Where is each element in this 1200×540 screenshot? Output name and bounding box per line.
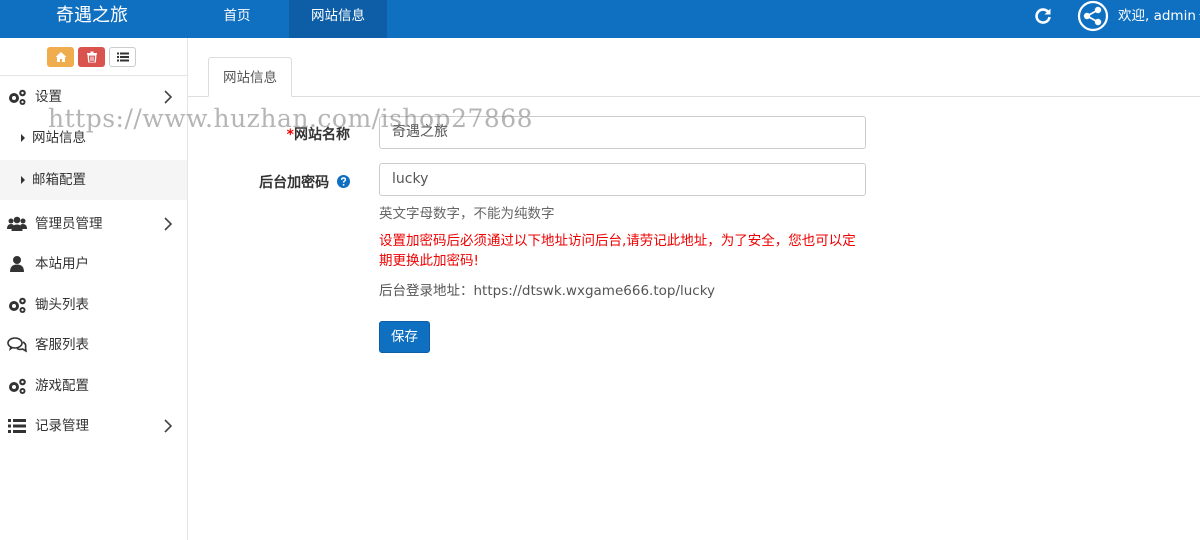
sidebar-item-label: 记录管理 [35,418,89,434]
sidebar-subitem-label: 邮箱配置 [32,172,86,188]
caret-right-icon [21,134,25,142]
avatar[interactable] [1077,0,1109,32]
sidebar-item-settings[interactable]: 设置 [0,76,187,116]
site-name-label: *网站名称 [287,124,350,144]
sidebar-item-support-list[interactable]: 客服列表 [0,324,187,364]
login-url: 后台登录地址：https://dtswk.wxgame666.top/lucky [379,283,716,299]
site-name-input[interactable]: 奇遇之旅 [379,116,866,149]
sidebar: 设置 网站信息 邮箱配置 管理员管理 本站用户 锄头列表 客服列表 游戏配置 记… [0,38,188,540]
gears-icon [9,378,26,394]
nav-site-info[interactable]: 网站信息 [289,0,387,38]
list-icon [116,52,129,62]
admin-key-label-text: 后台加密码 [259,175,330,191]
home-button[interactable] [47,47,74,67]
save-button[interactable]: 保存 [379,321,430,353]
security-warning: 设置加密码后必须通过以下地址访问后台,请劳记此地址，为了安全，您也可以定期更换此… [379,233,856,269]
sidebar-item-label: 客服列表 [35,337,89,353]
comments-icon [7,337,27,353]
chevron-right-icon [164,90,173,104]
question-circle-icon[interactable] [337,175,350,188]
refresh-icon[interactable] [1033,6,1053,26]
sidebar-item-hoe-list[interactable]: 锄头列表 [0,284,187,324]
sidebar-subitem-site-info[interactable]: 网站信息 [0,118,187,158]
user-icon [10,256,24,272]
sidebar-item-label: 本站用户 [35,256,89,272]
gears-icon [9,297,26,313]
admin-key-help: 英文字母数字，不能为纯数字 [379,206,555,222]
sidebar-subitem-label: 网站信息 [32,130,86,146]
trash-icon [86,51,97,63]
home-icon [55,52,66,62]
nav-home[interactable]: 首页 [198,0,276,38]
sidebar-item-admins[interactable]: 管理员管理 [0,203,187,243]
sidebar-item-label: 游戏配置 [35,378,89,394]
sidebar-shortcuts [0,38,187,76]
admin-key-input[interactable]: lucky [379,163,866,196]
list-button[interactable] [109,47,136,67]
admin-key-label: 后台加密码 [259,172,350,192]
sidebar-item-label: 设置 [35,89,62,105]
required-mark: * [286,127,294,143]
users-icon [7,216,27,231]
tab-site-info[interactable]: 网站信息 [208,57,292,97]
chevron-right-icon [164,217,173,231]
gears-icon [9,89,26,105]
content-tabs: 网站信息 [188,57,1200,97]
sidebar-item-label: 锄头列表 [35,297,89,313]
trash-button[interactable] [78,47,105,67]
sidebar-item-site-users[interactable]: 本站用户 [0,243,187,283]
welcome-text: 欢迎, admin [1118,8,1196,24]
sidebar-subitem-mail-config[interactable]: 邮箱配置 [0,160,187,200]
list-icon [8,419,26,433]
site-name-label-text: 网站名称 [294,127,350,143]
brand-logo[interactable]: 奇遇之旅 [0,0,187,38]
sidebar-item-game-config[interactable]: 游戏配置 [0,365,187,405]
top-navbar: 奇遇之旅 首页 网站信息 欢迎, admin [0,0,1200,38]
caret-right-icon [21,176,25,184]
user-menu[interactable]: 欢迎, admin [1118,0,1200,32]
sidebar-item-label: 管理员管理 [35,216,103,232]
sidebar-item-records[interactable]: 记录管理 [0,405,187,445]
chevron-right-icon [164,419,173,433]
